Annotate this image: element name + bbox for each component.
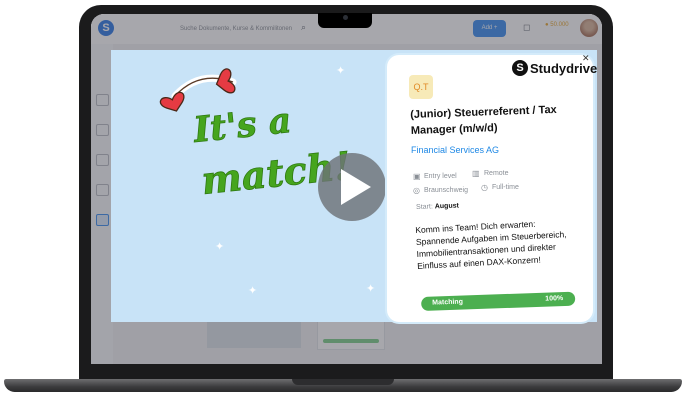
job-location: Braunschweig: [424, 187, 468, 194]
clock-icon: ◷: [481, 183, 488, 192]
headline-line1: It's a: [191, 100, 294, 151]
camera-icon: [343, 15, 348, 20]
job-remote: Remote: [484, 170, 509, 177]
company-name[interactable]: Financial Services AG: [411, 145, 499, 155]
building-icon: ▥: [472, 169, 480, 178]
job-level: Entry level: [424, 173, 457, 180]
studydrive-brand-icon: S: [512, 60, 528, 76]
laptop-opening-groove: [292, 379, 394, 385]
job-employment: Full-time: [492, 184, 519, 191]
matching-value: 100%: [545, 295, 564, 303]
job-description: Komm ins Team! Dich erwarten: Spannende …: [415, 218, 567, 271]
company-logo: Q.T: [409, 75, 433, 99]
location-icon: ◎: [413, 186, 420, 195]
job-title[interactable]: (Junior) Steuerreferent / Tax Manager (m…: [410, 101, 581, 139]
matching-label: Matching: [432, 298, 464, 307]
start-label: Start:: [416, 203, 433, 211]
brand-name: Studydrive: [530, 61, 598, 76]
briefcase-icon: ▣: [413, 172, 421, 181]
play-icon: [341, 169, 371, 205]
start-value: August: [434, 202, 460, 211]
start-date: Start: August: [416, 203, 459, 211]
